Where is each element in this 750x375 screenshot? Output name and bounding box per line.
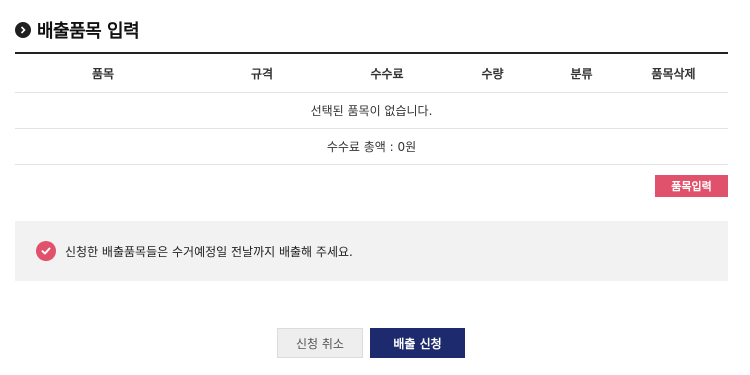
notice-box: 신청한 배출품목들은 수거예정일 전날까지 배출해 주세요. (15, 221, 728, 281)
notice-text: 신청한 배출품목들은 수거예정일 전날까지 배출해 주세요. (65, 244, 353, 259)
total-row: 수수료 총액 : 0원 (15, 129, 728, 165)
table-header: 품목 규격 수수료 수량 분류 품목삭제 (15, 54, 728, 93)
header-item: 품목 (91, 66, 115, 81)
cancel-button[interactable]: 신청 취소 (277, 328, 363, 358)
arrow-circle-icon (15, 22, 31, 38)
header-spec: 규격 (250, 66, 274, 81)
add-item-button[interactable]: 품목입력 (655, 175, 728, 197)
page-title-row: 배출품목 입력 (15, 18, 140, 42)
empty-row: 선택된 품목이 없습니다. (15, 93, 728, 129)
check-circle-icon (36, 241, 56, 261)
item-table: 품목 규격 수수료 수량 분류 품목삭제 선택된 품목이 없습니다. 수수료 총… (15, 52, 728, 165)
page-title: 배출품목 입력 (37, 21, 140, 42)
total-fee: 수수료 총액 : 0원 (326, 140, 417, 154)
header-quantity: 수량 (481, 66, 504, 81)
empty-message: 선택된 품목이 없습니다. (310, 104, 433, 118)
header-delete: 품목삭제 (651, 66, 696, 81)
header-fee: 수수료 (370, 66, 404, 81)
header-category: 분류 (570, 66, 593, 81)
submit-button[interactable]: 배출 신청 (370, 328, 465, 358)
